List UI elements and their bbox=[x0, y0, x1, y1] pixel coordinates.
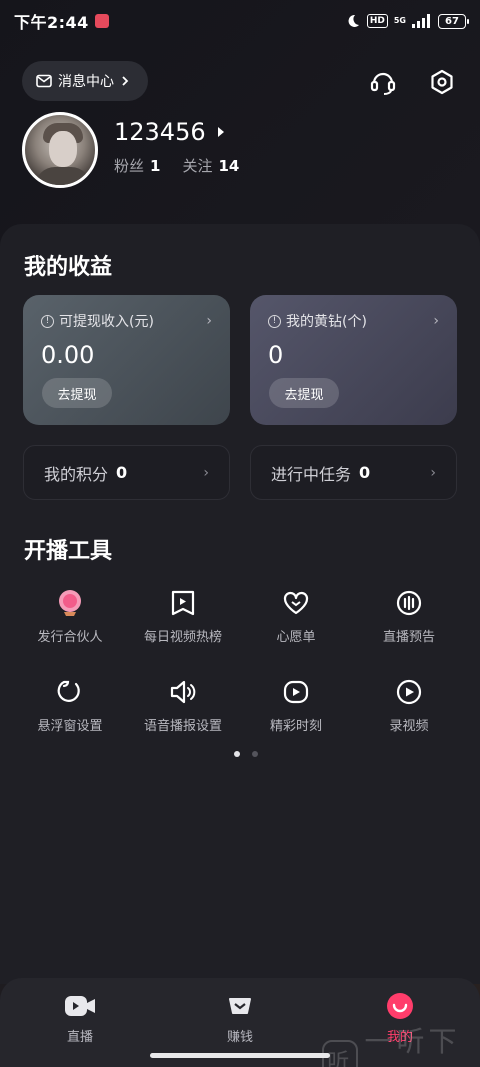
avatar[interactable] bbox=[22, 112, 98, 188]
username: 123456 bbox=[114, 118, 206, 146]
customer-service-button[interactable] bbox=[365, 64, 401, 100]
tool-label: 直播预告 bbox=[382, 630, 435, 645]
chevron-right-icon: › bbox=[433, 313, 439, 329]
following-label: 关注 bbox=[182, 157, 213, 175]
info-icon: ! bbox=[41, 314, 54, 328]
card-label: 可提现收入(元) bbox=[59, 314, 154, 330]
tool-live-preview[interactable]: 直播预告 bbox=[354, 588, 464, 645]
float-window-icon bbox=[55, 677, 85, 707]
tool-label: 录视频 bbox=[389, 719, 429, 734]
tool-highlights[interactable]: 精彩时刻 bbox=[241, 677, 351, 734]
watermark: 听 一听下载 bbox=[322, 1020, 480, 1067]
speaker-icon bbox=[168, 677, 198, 707]
tool-label: 每日视频热榜 bbox=[143, 630, 222, 645]
card-label-row: ! 我的黄钻(个) › bbox=[268, 311, 439, 331]
notification-app-icon bbox=[94, 14, 109, 28]
card-label-row: ! 可提现收入(元) › bbox=[41, 311, 212, 331]
nav-earn[interactable]: 赚钱 bbox=[190, 992, 290, 1045]
status-bar: 下午2:44 HD 5G 67 bbox=[0, 0, 480, 42]
moon-icon bbox=[348, 14, 359, 27]
settings-hexagon-icon bbox=[431, 69, 453, 95]
live-preview-icon bbox=[394, 588, 424, 618]
message-center-label: 消息中心 bbox=[58, 74, 114, 90]
chevron-right-icon: › bbox=[430, 464, 436, 481]
caret-right-icon bbox=[217, 127, 224, 137]
stat-value: 0 bbox=[359, 463, 371, 482]
following-stat[interactable]: 关注 14 bbox=[182, 155, 239, 176]
stat-label: 我的积分 bbox=[44, 464, 109, 484]
partner-icon bbox=[55, 588, 85, 618]
home-indicator[interactable] bbox=[150, 1053, 330, 1058]
page-indicator bbox=[234, 751, 258, 757]
headset-icon bbox=[370, 72, 396, 95]
settings-button[interactable] bbox=[424, 64, 460, 100]
watermark-text: 一听下载 bbox=[364, 1025, 461, 1067]
earnings-title: 我的收益 bbox=[24, 255, 113, 280]
tool-label: 悬浮窗设置 bbox=[37, 719, 103, 734]
withdraw-button[interactable]: 去提现 bbox=[42, 378, 112, 408]
status-time: 下午2:44 bbox=[14, 13, 89, 32]
tool-label: 发行合伙人 bbox=[37, 630, 103, 645]
nav-label: 直播 bbox=[66, 1030, 93, 1045]
tool-record-video[interactable]: 录视频 bbox=[354, 677, 464, 734]
nav-live[interactable]: 直播 bbox=[30, 992, 130, 1045]
tool-label: 精彩时刻 bbox=[269, 719, 322, 734]
username-link[interactable]: 123456 bbox=[114, 118, 226, 146]
withdraw-button[interactable]: 去提现 bbox=[269, 378, 339, 408]
stat-label: 进行中任务 bbox=[271, 464, 352, 484]
fans-count: 1 bbox=[150, 157, 161, 175]
page-dot-active[interactable] bbox=[234, 751, 240, 757]
tool-partner[interactable]: 发行合伙人 bbox=[15, 588, 125, 645]
points-card[interactable]: 我的积分 0 › bbox=[23, 445, 230, 500]
network-label: 5G bbox=[393, 16, 406, 25]
tool-wishlist[interactable]: 心愿单 bbox=[241, 588, 351, 645]
tool-label: 语音播报设置 bbox=[143, 719, 222, 734]
tasks-in-progress-card[interactable]: 进行中任务 0 › bbox=[250, 445, 457, 500]
tool-daily-video-chart[interactable]: 每日视频热榜 bbox=[128, 588, 238, 645]
follow-stats: 粉丝 1 关注 14 bbox=[114, 155, 239, 176]
highlight-play-icon bbox=[281, 677, 311, 707]
earn-icon bbox=[190, 992, 290, 1020]
info-icon: ! bbox=[268, 314, 281, 328]
card-value: 0 bbox=[268, 341, 284, 369]
fans-label: 粉丝 bbox=[114, 157, 145, 175]
fans-stat[interactable]: 粉丝 1 bbox=[114, 155, 160, 176]
signal-icon bbox=[412, 14, 430, 28]
nav-label: 赚钱 bbox=[226, 1030, 253, 1045]
card-label: 我的黄钻(个) bbox=[286, 314, 367, 330]
profile-smile-icon bbox=[350, 992, 450, 1020]
status-indicators: HD 5G 67 bbox=[345, 13, 469, 29]
chevron-right-icon: › bbox=[203, 464, 209, 481]
profile-screen: 下午2:44 HD 5G 67 消息中心 123456 粉丝 1 关注 14 我… bbox=[0, 0, 480, 1067]
live-camera-icon bbox=[30, 992, 130, 1020]
page-dot[interactable] bbox=[252, 751, 258, 757]
withdrawable-income-card[interactable]: ! 可提现收入(元) › 0.00 去提现 bbox=[23, 295, 230, 425]
battery-indicator: 67 bbox=[438, 13, 469, 29]
chevron-right-icon bbox=[122, 76, 129, 86]
heart-icon bbox=[281, 588, 311, 618]
message-center-button[interactable]: 消息中心 bbox=[22, 61, 148, 101]
hd-badge: HD bbox=[366, 14, 388, 28]
tool-label: 心愿单 bbox=[276, 630, 316, 645]
chevron-right-icon: › bbox=[206, 313, 212, 329]
yellow-diamond-card[interactable]: ! 我的黄钻(个) › 0 去提现 bbox=[250, 295, 457, 425]
stat-value: 0 bbox=[116, 463, 128, 482]
tool-voice-broadcast[interactable]: 语音播报设置 bbox=[128, 677, 238, 734]
mail-icon bbox=[36, 74, 52, 88]
tool-float-window[interactable]: 悬浮窗设置 bbox=[15, 677, 125, 734]
following-count: 14 bbox=[218, 157, 240, 175]
record-video-icon bbox=[394, 677, 424, 707]
tools-title: 开播工具 bbox=[24, 539, 113, 564]
card-value: 0.00 bbox=[41, 341, 95, 369]
bookmark-play-icon bbox=[168, 588, 198, 618]
